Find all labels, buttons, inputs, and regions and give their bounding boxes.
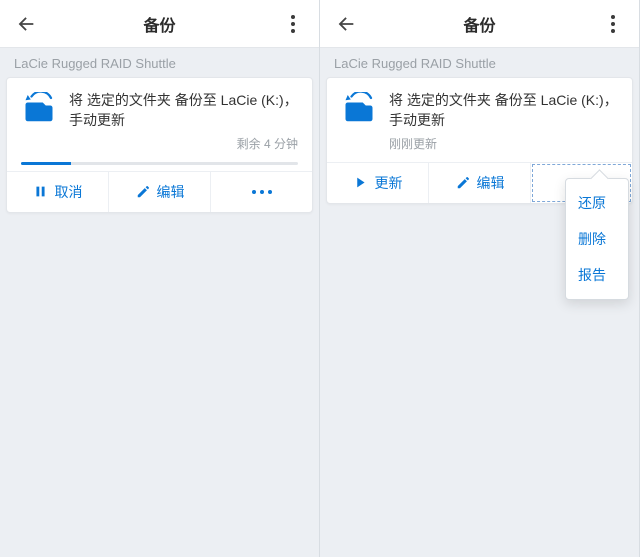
edit-label: 编辑 xyxy=(157,182,185,202)
page-title: 备份 xyxy=(0,12,319,36)
top-bar: 备份 xyxy=(0,0,319,48)
menu-item-restore[interactable]: 还原 xyxy=(566,185,628,221)
page-title: 备份 xyxy=(320,12,639,36)
plan-title: 将 选定的文件夹 备份至 LaCie (K:)，手动更新 xyxy=(69,90,298,131)
right-pane: 备份 LaCie Rugged RAID Shuttle 将 选定的文件夹 备份… xyxy=(320,0,640,557)
pencil-icon xyxy=(455,175,471,191)
status-text: 刚刚更新 xyxy=(389,135,618,152)
backup-plan-card: 将 选定的文件夹 备份至 LaCie (K:)，手动更新 剩余 4 分钟 取消 … xyxy=(6,77,313,213)
arrow-left-icon xyxy=(335,13,357,35)
edit-button[interactable]: 编辑 xyxy=(109,172,211,212)
edit-label: 编辑 xyxy=(477,173,505,193)
more-horizontal-icon xyxy=(252,190,272,194)
progress-bar xyxy=(7,162,312,171)
update-label: 更新 xyxy=(375,173,403,193)
menu-item-report[interactable]: 报告 xyxy=(566,257,628,293)
more-vertical-icon xyxy=(611,15,615,33)
status-text: 剩余 4 分钟 xyxy=(69,135,298,152)
back-button[interactable] xyxy=(332,10,360,38)
more-menu: 还原 删除 报告 xyxy=(565,178,629,300)
overflow-button[interactable] xyxy=(599,10,627,38)
backup-icon xyxy=(341,92,377,128)
left-pane: 备份 LaCie Rugged RAID Shuttle 将 选定的文件夹 备份… xyxy=(0,0,320,557)
pause-icon xyxy=(33,184,49,200)
overflow-button[interactable] xyxy=(279,10,307,38)
pencil-icon xyxy=(135,184,151,200)
backup-icon xyxy=(21,92,57,128)
device-name: LaCie Rugged RAID Shuttle xyxy=(320,48,639,77)
top-bar: 备份 xyxy=(320,0,639,48)
menu-item-delete[interactable]: 删除 xyxy=(566,221,628,257)
device-name: LaCie Rugged RAID Shuttle xyxy=(0,48,319,77)
arrow-left-icon xyxy=(15,13,37,35)
cancel-button[interactable]: 取消 xyxy=(7,172,109,212)
edit-button[interactable]: 编辑 xyxy=(429,163,531,203)
plan-title: 将 选定的文件夹 备份至 LaCie (K:)，手动更新 xyxy=(389,90,618,131)
play-icon xyxy=(353,175,369,191)
back-button[interactable] xyxy=(12,10,40,38)
update-button[interactable]: 更新 xyxy=(327,163,429,203)
more-vertical-icon xyxy=(291,15,295,33)
more-button[interactable] xyxy=(211,172,312,212)
cancel-label: 取消 xyxy=(55,182,83,202)
